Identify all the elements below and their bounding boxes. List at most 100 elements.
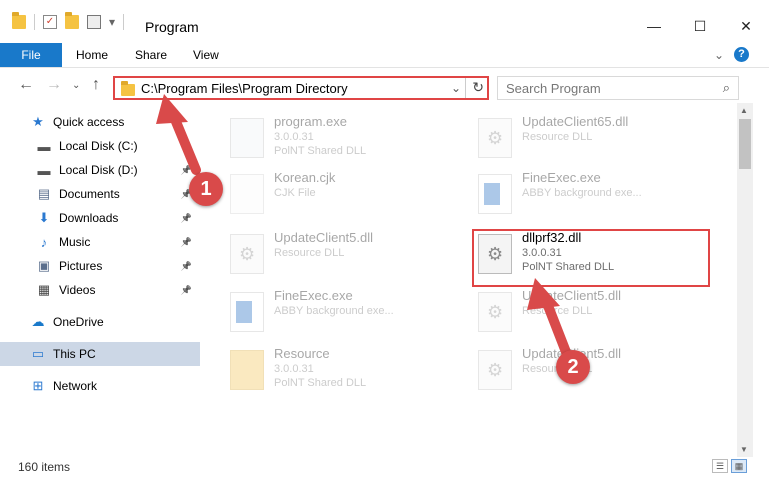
- file-description: PolNT Shared DLL: [522, 261, 615, 273]
- file-text: Korean.cjk CJK File: [274, 170, 335, 228]
- file-item[interactable]: Korean.cjk CJK File: [230, 170, 470, 228]
- file-item[interactable]: UpdateClient5.dllResource DLL: [478, 288, 718, 346]
- maximize-button[interactable]: ☐: [677, 12, 723, 40]
- close-button[interactable]: ✕: [723, 12, 769, 40]
- documents-icon: ▤: [37, 186, 51, 201]
- dll-file-icon: [478, 292, 512, 332]
- file-meta: Resource DLL: [522, 305, 593, 317]
- search-input[interactable]: Search Program: [506, 81, 601, 96]
- dll-file-icon: [478, 350, 512, 390]
- file-text: UpdateClient65.dll Resource DLL: [522, 114, 628, 172]
- file-description: PolNT Shared DLL: [274, 145, 367, 157]
- sidebar-item[interactable]: ⬇ Downloads 📌: [0, 206, 200, 230]
- scroll-thumb[interactable]: [739, 119, 751, 169]
- pin-icon[interactable]: 📌: [181, 237, 192, 248]
- file-item[interactable]: FineExec.exe ABBY background exe...: [478, 170, 718, 228]
- sidebar-item[interactable]: ▬ Local Disk (D:) 📌: [0, 158, 200, 182]
- sidebar-item-label: This PC: [53, 347, 96, 361]
- file-text: UpdateClient5.dll Resource DLL: [274, 230, 373, 288]
- file-item[interactable]: UpdateClient5.dllResource DLL: [478, 346, 718, 404]
- file-name: UpdateClient5.dll: [274, 230, 374, 245]
- search-icon[interactable]: ⌕: [723, 80, 730, 96]
- window-controls: — ☐ ✕: [631, 12, 769, 40]
- sidebar-item[interactable]: ▭ This PC: [0, 342, 200, 366]
- help-icon[interactable]: ?: [734, 47, 749, 62]
- up-arrow-icon[interactable]: ↑: [92, 76, 100, 94]
- tab-share[interactable]: Share: [135, 43, 167, 67]
- file-text: dllprf32.dll 3.0.0.31 PolNT Shared DLL: [522, 230, 614, 288]
- pin-icon[interactable]: 📌: [181, 213, 192, 224]
- folder-icon: [121, 80, 135, 96]
- videos-icon: ▦: [37, 282, 51, 297]
- scroll-up-icon[interactable]: ▲: [740, 106, 748, 115]
- sidebar-item-label: Downloads: [59, 211, 119, 225]
- sidebar-item[interactable]: ▬ Local Disk (C:): [0, 134, 200, 158]
- tab-home[interactable]: Home: [76, 43, 108, 67]
- item-count: 160 items: [18, 460, 71, 474]
- file-text: FineExec.exe ABBY background exe...: [274, 288, 394, 346]
- details-view-icon[interactable]: ☰: [712, 459, 728, 473]
- pin-icon[interactable]: 📌: [181, 165, 192, 176]
- sidebar-item[interactable]: ▣ Pictures 📌: [0, 254, 200, 278]
- vertical-scrollbar[interactable]: ▲ ▼: [737, 103, 753, 457]
- file-text: Resource 3.0.0.31 PolNT Shared DLL: [274, 346, 366, 404]
- sidebar-item[interactable]: ▤ Documents 📌: [0, 182, 200, 206]
- star-icon: ★: [32, 114, 44, 129]
- recent-locations-chevron-icon[interactable]: ⌄: [72, 80, 80, 91]
- onedrive-icon: ☁: [31, 314, 45, 329]
- drive-icon: ▬: [37, 138, 51, 154]
- chevron-down-icon[interactable]: ⌄: [714, 48, 724, 62]
- downloads-icon: ⬇: [38, 210, 50, 225]
- file-item[interactable]: UpdateClient65.dll Resource DLL: [478, 114, 718, 172]
- address-path[interactable]: C:\Program Files\Program Directory: [141, 81, 348, 96]
- file-name: FineExec.exe: [522, 170, 601, 185]
- new-folder-icon[interactable]: [65, 12, 79, 29]
- chevron-down-icon[interactable]: ▾: [109, 15, 115, 29]
- dll-file-icon: [478, 118, 512, 158]
- file-text: FineExec.exe ABBY background exe...: [522, 170, 642, 228]
- address-history-chevron-icon[interactable]: ⌄: [451, 81, 461, 95]
- search-box[interactable]: Search Program ⌕: [497, 76, 739, 100]
- sidebar-item[interactable]: ⊞ Network: [0, 374, 200, 398]
- scroll-down-icon[interactable]: ▼: [740, 445, 748, 454]
- ribbon-tabs: File Home Share View ⌄ ?: [0, 43, 769, 67]
- file-meta: Resource DLL: [274, 247, 345, 259]
- address-bar[interactable]: C:\Program Files\Program Directory ⌄ ↻: [113, 76, 489, 100]
- folder-icon[interactable]: [12, 12, 26, 29]
- file-item[interactable]: program.exe 3.0.0.31 PolNT Shared DLL: [230, 114, 470, 172]
- quick-access-toolbar: ✓ ▾: [12, 12, 125, 30]
- file-item[interactable]: UpdateClient5.dll Resource DLL: [230, 230, 470, 288]
- file-item[interactable]: FineExec.exe ABBY background exe...: [230, 288, 470, 346]
- file-meta: ABBY background exe...: [274, 305, 394, 317]
- sidebar-item[interactable]: ▦ Videos 📌: [0, 278, 200, 302]
- tab-view[interactable]: View: [193, 43, 219, 67]
- customize-icon[interactable]: [87, 15, 101, 29]
- application-icon: [230, 118, 264, 158]
- file-item[interactable]: Resource 3.0.0.31 PolNT Shared DLL: [230, 346, 470, 404]
- pin-icon[interactable]: 📌: [181, 261, 192, 272]
- sidebar-item-label: Local Disk (C:): [59, 139, 138, 153]
- pin-icon[interactable]: 📌: [181, 285, 192, 296]
- file-name: UpdateClient65.dll: [522, 114, 629, 129]
- large-icons-view-icon[interactable]: ▦: [731, 459, 747, 473]
- callout-2: 2: [556, 350, 590, 384]
- sidebar-item-label: Music: [59, 235, 91, 249]
- sidebar-item-label: Local Disk (D:): [59, 163, 138, 177]
- sidebar-item[interactable]: ☁ OneDrive: [0, 310, 200, 334]
- minimize-button[interactable]: —: [631, 12, 677, 40]
- file-text: program.exe 3.0.0.31 PolNT Shared DLL: [274, 114, 366, 172]
- refresh-icon[interactable]: ↻: [472, 79, 484, 96]
- sidebar-item[interactable]: ♪ Music 📌: [0, 230, 200, 254]
- navigation-bar: ← → ⌄ ↑ C:\Program Files\Program Directo…: [0, 67, 769, 103]
- separator: [34, 14, 35, 30]
- tab-file[interactable]: File: [0, 43, 62, 67]
- file-item[interactable]: dllprf32.dll 3.0.0.31 PolNT Shared DLL: [478, 230, 718, 288]
- forward-arrow-icon[interactable]: →: [46, 76, 62, 94]
- sidebar-item-label: Network: [53, 379, 98, 393]
- properties-check-icon[interactable]: ✓: [43, 15, 57, 29]
- pictures-icon: ▣: [37, 258, 51, 273]
- status-bar: 160 items ☰ ▦: [0, 457, 769, 477]
- back-arrow-icon[interactable]: ←: [18, 76, 34, 94]
- dll-file-icon: [478, 234, 512, 274]
- sidebar-item[interactable]: ★ Quick access: [0, 110, 200, 134]
